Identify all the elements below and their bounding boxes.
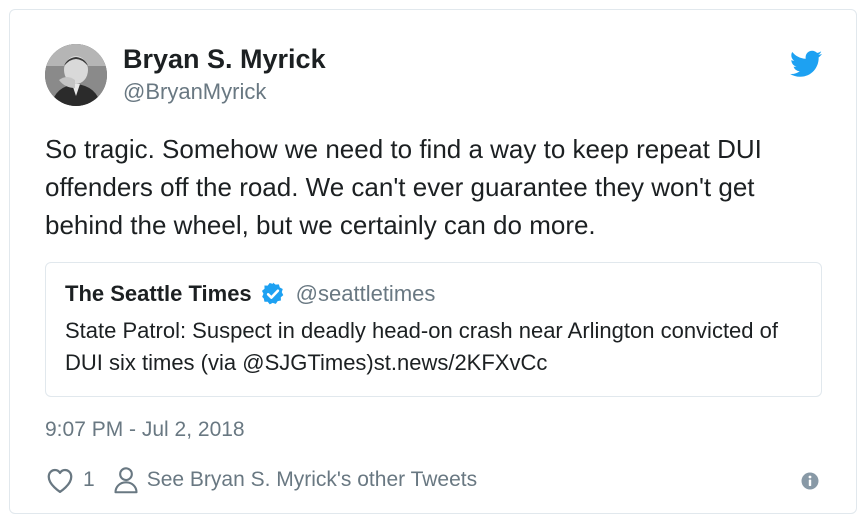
tweet-text: So tragic. Somehow we need to find a way… [45, 134, 762, 240]
author-display-name[interactable]: Bryan S. Myrick [123, 44, 326, 75]
tweet-timestamp[interactable]: 9:07 PM - Jul 2, 2018 [45, 418, 245, 442]
verified-badge-icon [261, 282, 283, 305]
author-handle[interactable]: @BryanMyrick [123, 79, 266, 105]
quoted-tweet-header: The Seattle Times @seattletimes [65, 281, 435, 307]
quoted-author-name: The Seattle Times [65, 281, 252, 306]
heart-icon [47, 468, 73, 493]
avatar-photo [45, 44, 107, 106]
avatar[interactable] [45, 44, 107, 106]
info-icon[interactable] [801, 472, 819, 490]
like-button[interactable]: 1 [45, 466, 95, 494]
embedded-tweet-card: Bryan S. Myrick @BryanMyrick So tragic. … [9, 9, 857, 514]
quoted-tweet[interactable]: The Seattle Times @seattletimes State Pa… [45, 262, 822, 397]
see-other-tweets-label: See Bryan S. Myrick's other Tweets [146, 468, 478, 491]
person-icon [114, 467, 138, 494]
see-other-tweets-link[interactable]: See Bryan S. Myrick's other Tweets [113, 466, 477, 494]
like-count: 1 [83, 468, 95, 491]
quoted-author-handle: @seattletimes [295, 281, 436, 306]
quoted-tweet-text: State Patrol: Suspect in deadly head-on … [65, 318, 778, 375]
tweet-actions: 1 See Bryan S. Myrick's other Tweets [45, 463, 477, 497]
twitter-bird-icon[interactable] [790, 50, 822, 78]
